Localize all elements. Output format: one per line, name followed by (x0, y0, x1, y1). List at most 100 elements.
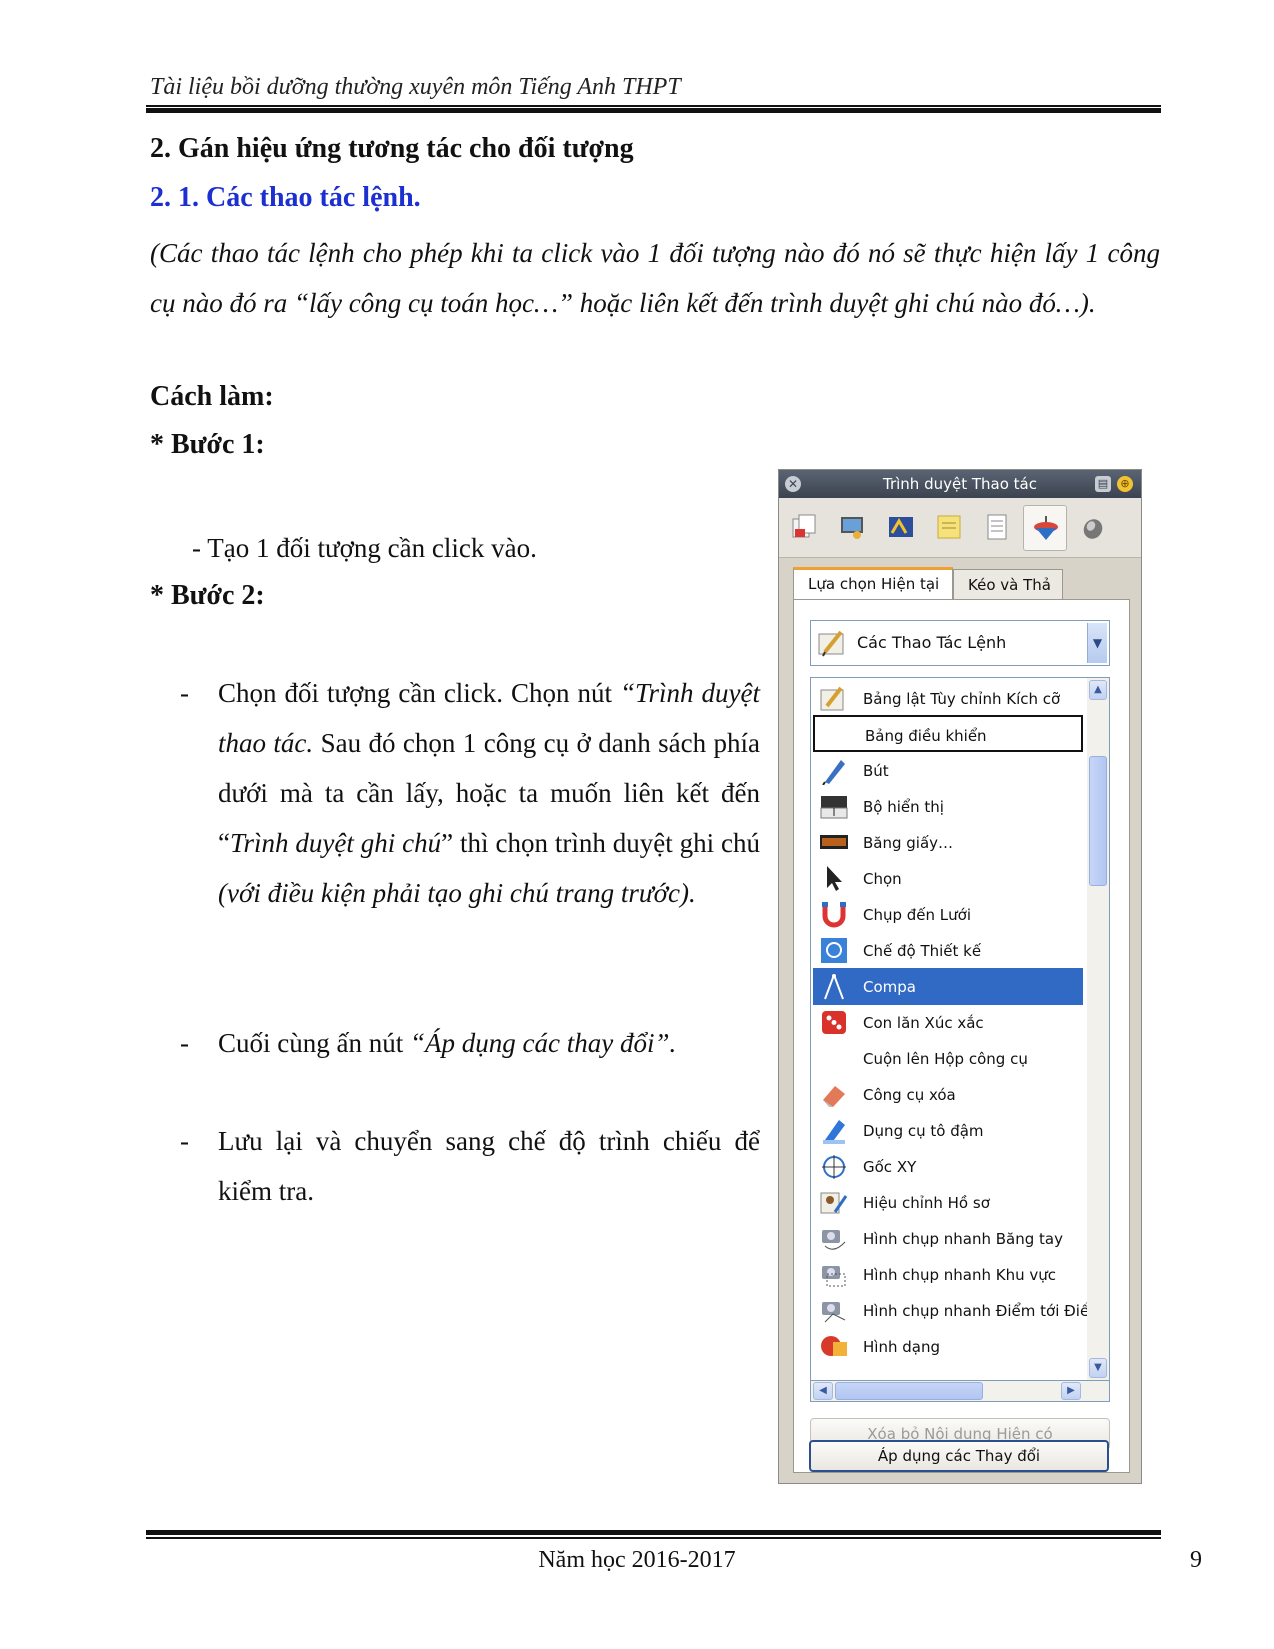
list-item-label: Chụp đến Lưới (863, 906, 972, 924)
list-item-label: Hình chụp nhanh Khu vực (863, 1266, 1057, 1284)
voting-button[interactable] (1071, 505, 1115, 551)
compass-icon (824, 974, 844, 1000)
shape-icon (821, 1336, 847, 1356)
resource-library-button[interactable] (831, 505, 875, 551)
pencil-board-icon (820, 686, 844, 711)
header-rule-thick (146, 108, 1161, 113)
intro-paragraph: (Các thao tác lệnh cho phép khi ta click… (150, 238, 1160, 318)
scroll-left-icon[interactable]: ◀ (813, 1382, 833, 1400)
list-item-label: Hình chụp nhanh Điểm tới Điể (863, 1302, 1090, 1320)
scroll-thumb[interactable] (835, 1382, 983, 1400)
list-item[interactable]: Bộ hiển thị (813, 788, 1083, 825)
p1-text-e: ” thì chọn trình duyệt ghi chú (441, 828, 760, 858)
step-2-paragraph-3: Lưu lại và chuyển sang chế độ trình chiế… (218, 1126, 760, 1206)
ticker-read-icon (820, 835, 848, 849)
list-horizontal-scrollbar[interactable]: ◀ ▶ (810, 1380, 1110, 1402)
list-item-label: Compa (863, 978, 916, 996)
chevron-down-icon[interactable]: ▼ (1087, 623, 1107, 663)
step-1-heading: * Bước 1: (150, 429, 265, 460)
browser-toolbar (779, 498, 1141, 558)
xy-origin-icon (822, 1155, 846, 1179)
tab-content: Các Thao Tác Lệnh ▼ Bảng lật Tùy chỉnh K… (793, 599, 1130, 1473)
pen-icon (822, 760, 845, 785)
scroll-down-icon[interactable]: ▼ (1089, 1358, 1107, 1378)
p2-text-b: “Áp dụng các thay đổi”. (409, 1028, 677, 1058)
list-item[interactable]: Bảng điều khiển (813, 715, 1083, 752)
list-item[interactable]: Công cụ xóa (813, 1076, 1083, 1113)
list-item[interactable]: Hình chụp nhanh Khu vực (813, 1256, 1083, 1293)
list-item-label: Hình dạng (863, 1338, 940, 1356)
list-dash: - (180, 678, 189, 708)
running-header: Tài liệu bồi dưỡng thường xuyên môn Tiến… (150, 74, 681, 100)
list-item[interactable]: Cuộn lên Hộp công cụ (813, 1040, 1083, 1077)
list-item-label: Bộ hiển thị (863, 798, 944, 816)
objects-button[interactable] (879, 505, 923, 551)
panel-title-bar: ✕ Trình duyệt Thao tác ▤ ⊕ (779, 470, 1141, 498)
step-2-paragraph-2: Cuối cùng ấn nút “Áp dụng các thay đổi”. (218, 1018, 760, 1068)
camera-point-icon (822, 1302, 846, 1323)
action-browser-button[interactable] (1023, 505, 1067, 551)
step-1-bullet: - Tạo 1 đối tượng cần click vào. (192, 533, 537, 563)
p1-text-d: Trình duyệt ghi chú (229, 828, 442, 858)
list-item[interactable]: Gốc XY (813, 1148, 1083, 1185)
section-subtitle: 2. 1. Các thao tác lệnh. (150, 182, 421, 213)
list-item-label: Chọn (863, 870, 902, 888)
page-sorter-button[interactable] (783, 505, 827, 551)
list-item[interactable]: Hình dạng (813, 1328, 1083, 1365)
camera-freehand-icon (822, 1230, 846, 1250)
list-item[interactable]: Hình chụp nhanh Băng tay (813, 1220, 1083, 1257)
list-item-label: Bảng điều khiển (865, 727, 987, 745)
arrow-cursor-icon (827, 866, 842, 891)
list-item-label: Gốc XY (863, 1158, 917, 1176)
section-title: 2. Gán hiệu ứng tương tác cho đối tượng (150, 133, 634, 164)
pencil-board-icon (818, 630, 844, 657)
close-icon[interactable]: ✕ (785, 476, 801, 492)
header-rule-thin (146, 105, 1161, 107)
eraser-icon (823, 1086, 845, 1107)
list-item-label: Băng giấy… (863, 834, 954, 852)
step-2-paragraph-1: Chọn đối tượng cần click. Chọn nút “Trìn… (218, 668, 760, 918)
design-mode-icon (821, 938, 847, 963)
objects-icon (889, 517, 913, 537)
list-dash: - (180, 1126, 189, 1156)
list-item[interactable]: Dụng cụ tô đậm (813, 1112, 1083, 1149)
dice-icon (822, 1011, 846, 1034)
list-item[interactable]: Chế độ Thiết kế (813, 932, 1083, 969)
list-item[interactable]: Hình chụp nhanh Điểm tới Điể (813, 1292, 1089, 1329)
footer-rule-thick (146, 1530, 1161, 1535)
magnet-icon (822, 902, 846, 928)
apply-changes-button[interactable]: Áp dụng các Thay đổi (809, 1440, 1109, 1472)
action-list: Bảng lật Tùy chỉnh Kích cỡ Bảng điều khi… (810, 677, 1110, 1381)
list-item-label: Con lăn Xúc xắc (863, 1014, 984, 1032)
document-list-icon (987, 514, 1007, 540)
list-item-label: Chế độ Thiết kế (863, 942, 982, 960)
tab-drag-and-drop[interactable]: Kéo và Thả (953, 569, 1063, 601)
list-item-label: Dụng cụ tô đậm (863, 1122, 984, 1140)
step-2-heading: * Bước 2: (150, 580, 265, 611)
list-item[interactable]: Hiệu chỉnh Hồ sơ (813, 1184, 1083, 1221)
list-item[interactable]: Con lăn Xúc xắc (813, 1004, 1083, 1041)
panel-menu-icon[interactable]: ▤ (1095, 476, 1111, 492)
list-item[interactable]: Chụp đến Lưới (813, 896, 1083, 933)
action-browser-panel: ✕ Trình duyệt Thao tác ▤ ⊕ Lựa chọn Hiện… (778, 469, 1142, 1484)
list-item[interactable]: Bảng lật Tùy chỉnh Kích cỡ (813, 680, 1083, 717)
list-item[interactable]: Compa (813, 968, 1083, 1005)
page-sorter-icon (792, 514, 816, 538)
list-item-label: Bảng lật Tùy chỉnh Kích cỡ (863, 690, 1061, 708)
notes-browser-button[interactable] (927, 505, 971, 551)
scroll-right-icon[interactable]: ▶ (1061, 1382, 1081, 1400)
action-category-select[interactable]: Các Thao Tác Lệnh ▼ (810, 620, 1110, 666)
properties-button[interactable] (975, 505, 1019, 551)
list-item[interactable]: Băng giấy… (813, 824, 1083, 861)
sticky-note-icon (937, 515, 961, 539)
tab-current-selection[interactable]: Lựa chọn Hiện tại (793, 567, 953, 601)
film-music-icon (841, 517, 863, 539)
list-item[interactable]: Chọn (813, 860, 1083, 897)
list-item[interactable]: Bút (813, 752, 1083, 789)
scroll-up-icon[interactable]: ▲ (1089, 680, 1107, 700)
list-item-label: Hiệu chỉnh Hồ sơ (863, 1194, 990, 1212)
scroll-thumb[interactable] (1089, 756, 1107, 886)
pin-icon[interactable]: ⊕ (1117, 476, 1133, 492)
list-vertical-scrollbar[interactable]: ▲ ▼ (1087, 678, 1109, 1380)
p2-text-a: Cuối cùng ấn nút (218, 1028, 410, 1058)
